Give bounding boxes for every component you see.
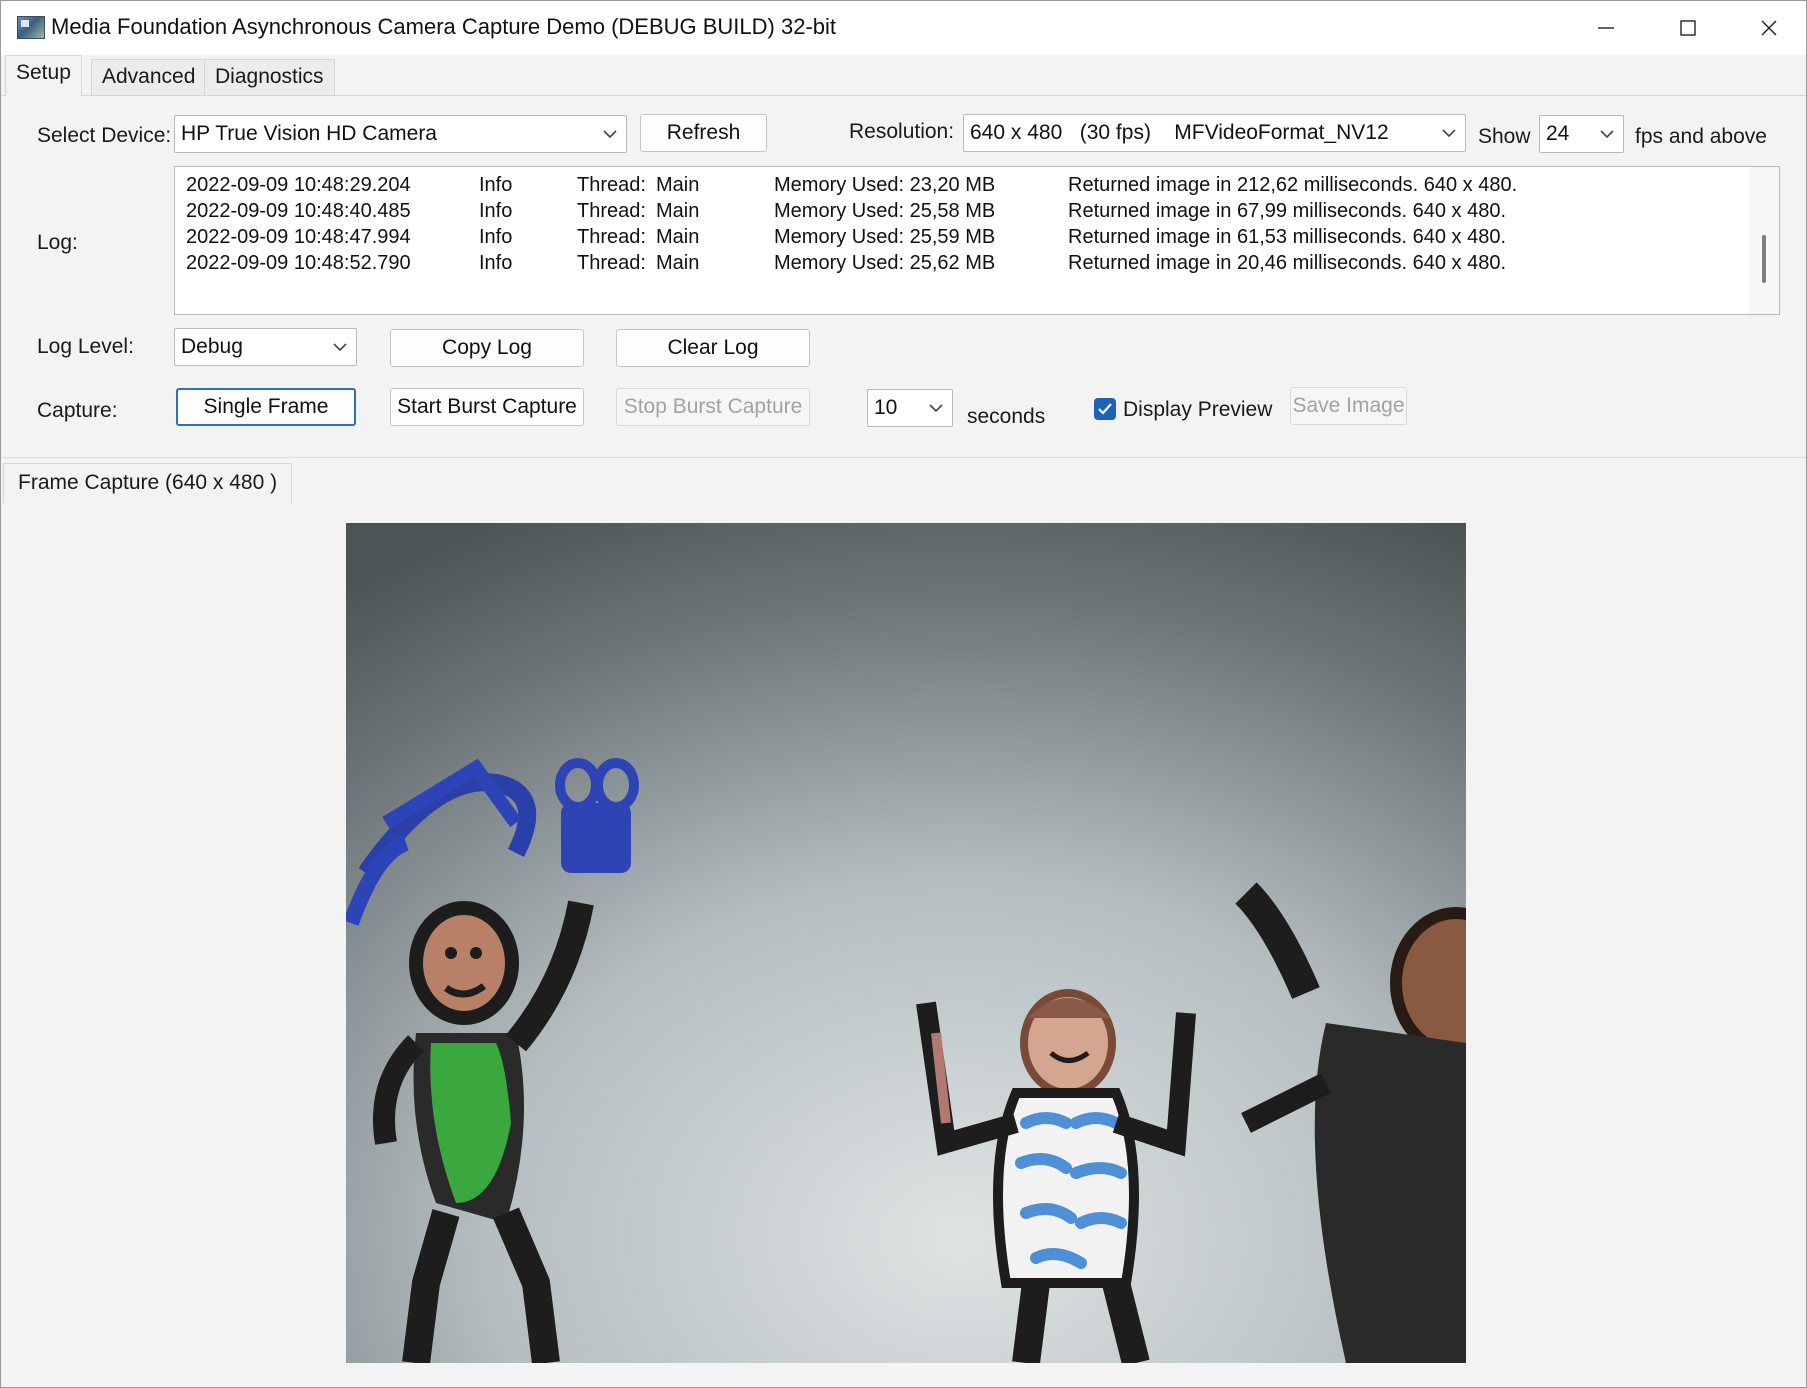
log-level: Info	[479, 200, 513, 222]
log-level-select-value: Debug	[181, 335, 243, 358]
capture-label: Capture:	[37, 399, 118, 422]
maximize-icon	[1680, 20, 1696, 36]
log-time: 2022-09-09 10:48:52.790	[186, 252, 411, 274]
save-image-button[interactable]: Save Image	[1290, 387, 1407, 425]
window-title: Media Foundation Asynchronous Camera Cap…	[51, 14, 837, 39]
tab-diagnostics[interactable]: Diagnostics	[204, 59, 335, 95]
tab-frame-capture[interactable]: Frame Capture (640 x 480 )	[3, 463, 293, 505]
captured-frame-image	[346, 523, 1466, 1363]
minimize-icon	[1598, 27, 1614, 29]
tab-advanced[interactable]: Advanced	[91, 59, 207, 95]
copy-log-button[interactable]: Copy Log	[390, 329, 584, 367]
log-thread: Main	[656, 252, 700, 274]
log-thread: Main	[656, 200, 700, 222]
log-message: Returned image in 212,62 milliseconds. 6…	[1068, 174, 1518, 196]
log-thread: Main	[656, 174, 700, 196]
log-message: Returned image in 20,46 milliseconds. 64…	[1068, 252, 1507, 274]
app-icon	[17, 16, 45, 39]
chevron-down-icon	[333, 343, 347, 352]
resolution-select[interactable]: 640 x 480 (30 fps) MFVideoFormat_NV12	[963, 114, 1466, 152]
log-message: Returned image in 67,99 milliseconds. 64…	[1068, 200, 1507, 222]
checkmark-icon	[1098, 403, 1112, 415]
single-frame-button[interactable]: Single Frame	[176, 388, 356, 426]
log-list[interactable]: 2022-09-09 10:48:29.204 Info Thread: Mai…	[174, 166, 1780, 315]
app-window: Media Foundation Asynchronous Camera Cap…	[0, 0, 1807, 1388]
minimize-button[interactable]	[1571, 1, 1641, 55]
device-select[interactable]: HP True Vision HD Camera	[174, 115, 627, 153]
log-memory: Memory Used: 23,20 MB	[774, 174, 996, 196]
fps-select-value: 24	[1546, 122, 1570, 145]
burst-seconds-select[interactable]: 10	[867, 389, 953, 427]
tab-setup[interactable]: Setup	[5, 55, 82, 96]
clear-log-button[interactable]: Clear Log	[616, 329, 810, 367]
log-scrollbar[interactable]	[1749, 167, 1779, 314]
chevron-down-icon	[929, 404, 943, 413]
log-memory: Memory Used: 25,58 MB	[774, 200, 996, 222]
burst-seconds-value: 10	[874, 396, 898, 419]
log-memory: Memory Used: 25,62 MB	[774, 252, 996, 274]
close-button[interactable]	[1734, 1, 1804, 55]
display-preview-label[interactable]: Display Preview	[1123, 398, 1272, 422]
log-time: 2022-09-09 10:48:29.204	[186, 174, 411, 196]
stop-burst-capture-button[interactable]: Stop Burst Capture	[616, 388, 810, 426]
resolution-label: Resolution:	[849, 120, 955, 143]
log-level: Info	[479, 174, 513, 196]
log-thread-label: Thread:	[577, 200, 646, 222]
display-preview-checkbox[interactable]	[1094, 398, 1116, 420]
log-label: Log:	[37, 231, 78, 254]
log-thread-label: Thread:	[577, 252, 646, 274]
show-label: Show	[1478, 125, 1531, 148]
chevron-down-icon	[1442, 129, 1456, 138]
section-divider	[1, 457, 1806, 458]
chevron-down-icon	[603, 130, 617, 139]
fps-suffix-label: fps and above	[1635, 125, 1767, 148]
log-level: Info	[479, 252, 513, 274]
select-device-label: Select Device:	[37, 124, 172, 147]
log-level: Info	[479, 226, 513, 248]
log-message: Returned image in 61,53 milliseconds. 64…	[1068, 226, 1507, 248]
resolution-select-value: 640 x 480 (30 fps) MFVideoFormat_NV12	[970, 121, 1389, 144]
log-thread: Main	[656, 226, 700, 248]
log-thread-label: Thread:	[577, 174, 646, 196]
device-select-value: HP True Vision HD Camera	[181, 122, 437, 145]
frame-capture-tab-strip: Frame Capture (640 x 480 )	[1, 461, 1806, 505]
seconds-label: seconds	[967, 405, 1046, 428]
close-icon	[1761, 20, 1777, 36]
chevron-down-icon	[1600, 130, 1614, 139]
title-bar[interactable]: Media Foundation Asynchronous Camera Cap…	[1, 1, 1806, 55]
tab-strip: Setup Advanced Diagnostics	[1, 55, 1806, 96]
fps-select[interactable]: 24	[1539, 115, 1624, 153]
log-thread-label: Thread:	[577, 226, 646, 248]
log-level-label: Log Level:	[37, 335, 134, 358]
log-memory: Memory Used: 25,59 MB	[774, 226, 996, 248]
log-level-select[interactable]: Debug	[174, 328, 357, 366]
maximize-button[interactable]	[1653, 1, 1723, 55]
log-time: 2022-09-09 10:48:40.485	[186, 200, 411, 222]
log-scrollbar-thumb[interactable]	[1762, 235, 1766, 283]
log-time: 2022-09-09 10:48:47.994	[186, 226, 411, 248]
refresh-button[interactable]: Refresh	[640, 114, 767, 152]
start-burst-capture-button[interactable]: Start Burst Capture	[390, 388, 584, 426]
